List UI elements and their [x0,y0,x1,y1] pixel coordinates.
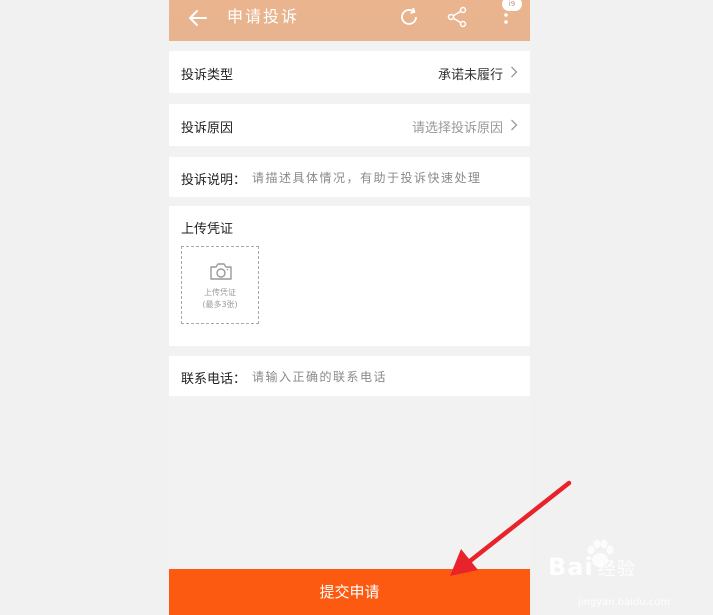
phone-input[interactable]: 请输入正确的联系电话 [252,368,387,385]
complaint-reason-placeholder: 请选择投诉原因 [411,121,503,136]
refresh-icon[interactable] [398,6,420,28]
camera-icon [210,263,232,280]
watermark-logo-tail: 经验 [597,559,636,580]
upload-image-button[interactable]: 上传凭证 (最多3张) [181,246,259,324]
share-icon[interactable] [446,6,468,28]
upload-box-text: 上传凭证 [204,288,236,297]
chevron-right-icon [511,119,518,131]
page-title: 申请投诉 [227,7,300,26]
chevron-right-icon [511,66,518,78]
upload-limit-text: (最多3张) [202,300,238,309]
description-row: 投诉说明： 请描述具体情况，有助于投诉快速处理 [169,157,530,197]
complaint-type-value: 承诺未履行 [437,68,503,83]
phone-row: 联系电话： 请输入正确的联系电话 [169,356,530,396]
phone-screen: 申请投诉 i9 投诉类型 承诺未履行 投诉原因 请选择投诉原因 投诉说明： 请描… [169,0,530,615]
back-arrow-icon[interactable] [187,7,209,29]
phone-label: 联系电话： [181,372,247,387]
upload-section: 上传凭证 上传凭证 (最多3张) [169,206,530,346]
watermark-logo: Bai 经验 [548,553,636,581]
complaint-type-row[interactable]: 投诉类型 承诺未履行 [169,51,530,93]
complaint-reason-label: 投诉原因 [181,121,234,136]
title-bar: 申请投诉 i9 [169,0,530,41]
complaint-type-label: 投诉类型 [181,68,234,83]
description-label: 投诉说明： [181,173,247,188]
submit-button[interactable]: 提交申请 [169,569,530,615]
notification-badge: i9 [502,0,522,11]
watermark-logo-text: Bai [548,553,594,581]
description-input[interactable]: 请描述具体情况，有助于投诉快速处理 [252,169,482,186]
watermark-url: jingyan.baidu.com [578,597,671,608]
upload-label: 上传凭证 [181,222,234,237]
complaint-reason-row[interactable]: 投诉原因 请选择投诉原因 [169,104,530,146]
